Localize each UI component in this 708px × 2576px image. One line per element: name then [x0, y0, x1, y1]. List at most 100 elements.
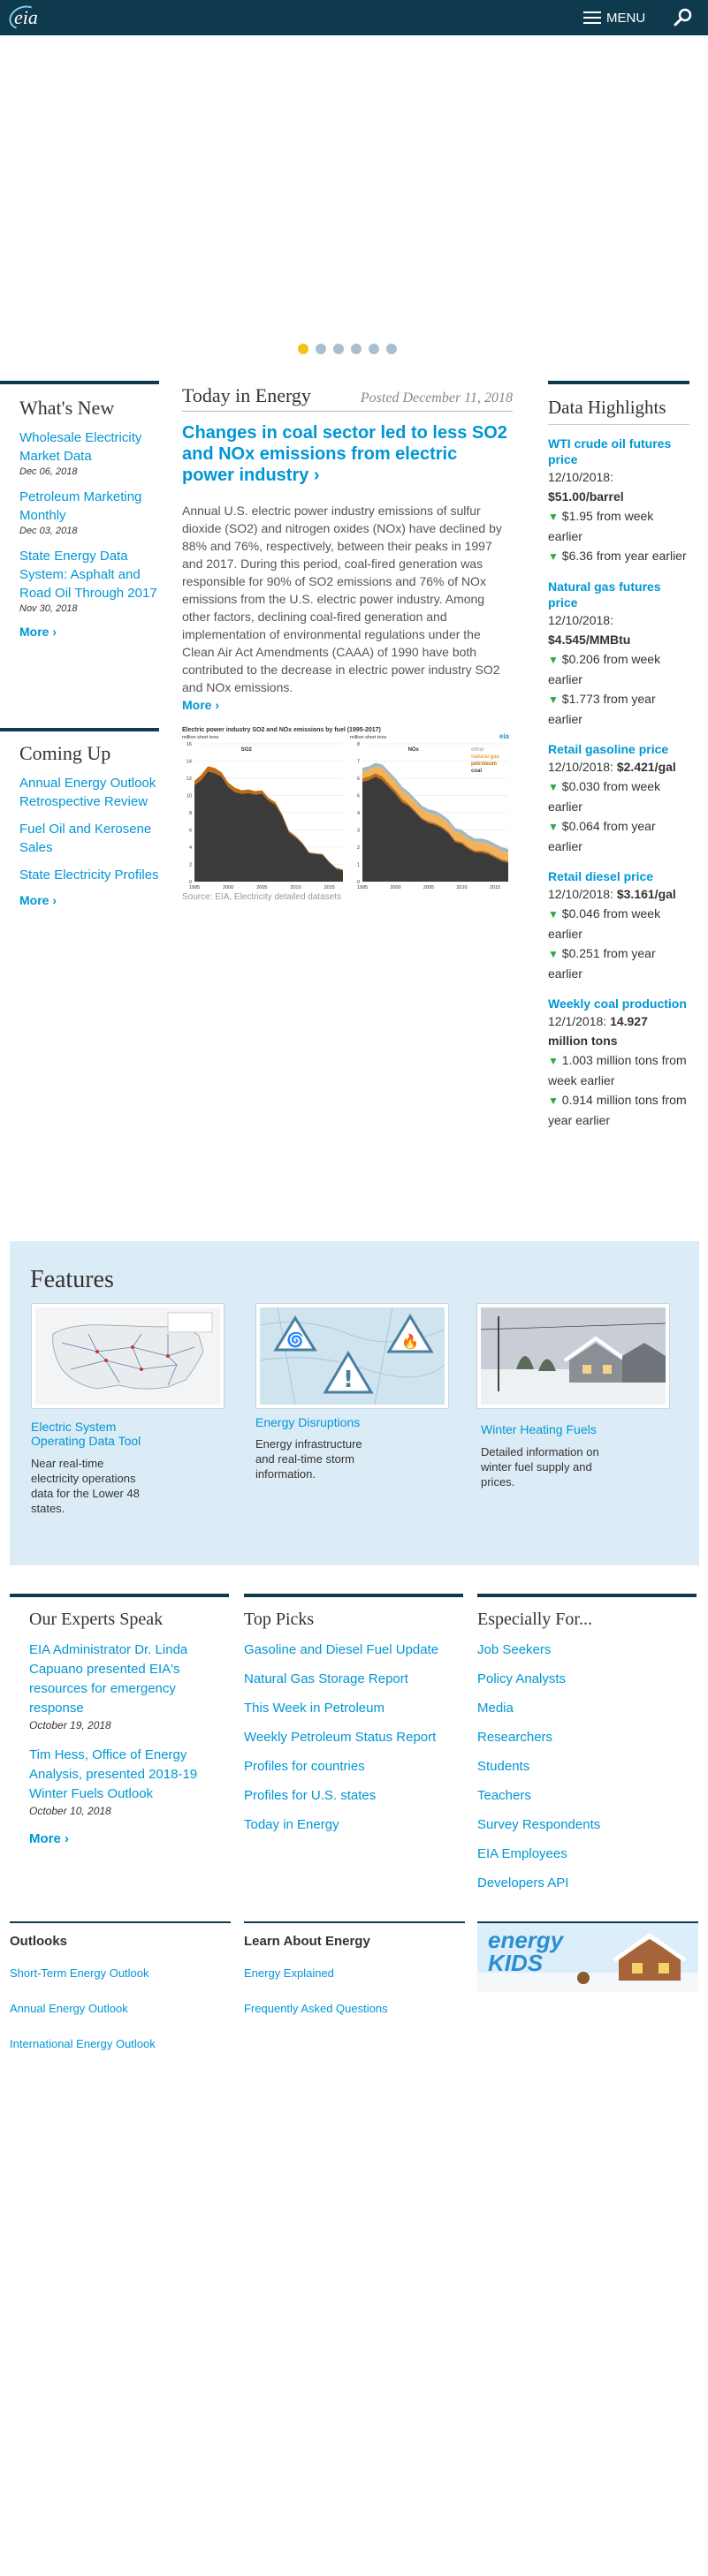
data-highlight-date: 12/10/2018:: [548, 613, 613, 627]
chart-xtick-label: 2000: [223, 885, 233, 890]
learn-link[interactable]: Frequently Asked Questions: [244, 2002, 465, 2015]
article-more-link[interactable]: More ›: [182, 698, 513, 712]
section-title: Learn About Energy: [244, 1934, 370, 1949]
data-highlight-date: 12/10/2018:: [548, 760, 613, 774]
electric-system-map-image[interactable]: [31, 1303, 225, 1409]
feature-link-winter-heating[interactable]: Winter Heating Fuels: [481, 1422, 597, 1436]
chart-ytick-label: 2: [357, 845, 360, 851]
data-highlight-title-link[interactable]: WTI crude oil futures price: [548, 436, 689, 467]
search-icon[interactable]: [674, 8, 693, 27]
data-highlight-title-link[interactable]: Retail gasoline price: [548, 741, 689, 757]
whats-new-date: Dec 06, 2018: [19, 466, 78, 477]
chart-xtick-label: 2005: [256, 885, 267, 890]
whats-new-more-link[interactable]: More ›: [19, 625, 57, 639]
especially-for-link[interactable]: Job Seekers: [477, 1640, 697, 1660]
data-highlight-title-link[interactable]: Retail diesel price: [548, 868, 689, 884]
eia-logo[interactable]: eia: [5, 1, 44, 34]
emissions-chart[interactable]: Electric power industry SO2 and NOx emis…: [182, 724, 513, 890]
energy-kids-banner[interactable]: energy KIDS: [477, 1921, 698, 1992]
menu-label: MENU: [606, 10, 646, 26]
top-picks-section: Top Picks Gasoline and Diesel Fuel Updat…: [244, 1594, 463, 1845]
expert-link[interactable]: Tim Hess, Office of Energy Analysis, pre…: [29, 1746, 215, 1804]
week-change: $0.206 from week earlier: [548, 652, 661, 686]
chart-ytick-label: 3: [357, 829, 360, 834]
change-arrow-icon: ▼: [548, 1095, 559, 1107]
top-pick-link[interactable]: Weekly Petroleum Status Report: [244, 1728, 463, 1747]
chart-ytick-label: 1: [357, 863, 360, 868]
article-headline-link[interactable]: Changes in coal sector led to less SO2 a…: [182, 422, 509, 486]
whats-new-link[interactable]: Wholesale Electricity Market Data: [19, 428, 159, 466]
carousel-dot-1[interactable]: [298, 344, 308, 354]
especially-for-link[interactable]: Developers API: [477, 1874, 697, 1893]
carousel-dot-5[interactable]: [369, 344, 379, 354]
coming-up-link[interactable]: Fuel Oil and Kerosene Sales: [19, 820, 159, 857]
posted-date: Posted December 11, 2018: [360, 390, 513, 405]
chart-legend-entry: other: [471, 747, 485, 753]
chart-source: Source: EIA, Electricity detailed datase…: [182, 892, 342, 902]
svg-text:!: !: [343, 1367, 354, 1393]
change-arrow-icon: ▼: [548, 1055, 559, 1067]
chart-area-coal: [362, 777, 508, 882]
top-pick-link[interactable]: Today in Energy: [244, 1815, 463, 1835]
feature-link-electric-system[interactable]: Electric System Operating Data Tool: [31, 1420, 155, 1448]
especially-for-link[interactable]: Students: [477, 1757, 697, 1777]
carousel-dot-6[interactable]: [386, 344, 397, 354]
top-pick-link[interactable]: Profiles for U.S. states: [244, 1786, 463, 1806]
feature-link-energy-disruptions[interactable]: Energy Disruptions: [255, 1415, 360, 1429]
chart-ytick-label: 14: [187, 760, 192, 765]
data-highlight-price: $3.161/gal: [616, 887, 676, 901]
menu-button[interactable]: MENU: [583, 7, 645, 28]
data-highlight-value: 12/10/2018: $51.00/barrel: [548, 467, 689, 506]
whats-new-link[interactable]: State Energy Data System: Asphalt and Ro…: [19, 547, 159, 602]
whats-new-link[interactable]: Petroleum Marketing Monthly: [19, 488, 159, 525]
data-highlight-title-link[interactable]: Natural gas futures price: [548, 579, 689, 610]
carousel-dot-4[interactable]: [351, 344, 362, 354]
especially-for-link[interactable]: Policy Analysts: [477, 1670, 697, 1689]
coming-up-link[interactable]: State Electricity Profiles: [19, 866, 159, 884]
week-change: $0.030 from week earlier: [548, 779, 661, 814]
data-highlight-title-link[interactable]: Weekly coal production: [548, 996, 689, 1011]
section-rule: [477, 1594, 697, 1597]
outlook-link[interactable]: International Energy Outlook: [10, 2037, 231, 2050]
coming-up-section: Coming Up Annual Energy Outlook Retrospe…: [0, 728, 159, 907]
data-highlight-change: ▼ $0.046 from week earlier: [548, 904, 689, 943]
chart-ytick-label: 8: [189, 811, 192, 816]
chart-ytick-label: 6: [189, 829, 192, 834]
data-highlight-change: ▼ $0.206 from week earlier: [548, 649, 689, 689]
top-pick-link[interactable]: Profiles for countries: [244, 1757, 463, 1777]
data-highlight-value: 12/10/2018: $3.161/gal: [548, 884, 689, 904]
expert-link[interactable]: EIA Administrator Dr. Linda Capuano pres…: [29, 1640, 206, 1718]
chart-panel-label: SO2: [241, 747, 253, 753]
outlook-link[interactable]: Annual Energy Outlook: [10, 2002, 231, 2015]
section-rule: [244, 1921, 465, 1923]
winter-heating-image[interactable]: [476, 1303, 670, 1409]
change-arrow-icon: ▼: [548, 948, 559, 960]
top-pick-link[interactable]: This Week in Petroleum: [244, 1699, 463, 1718]
carousel-dot-2[interactable]: [316, 344, 326, 354]
top-pick-link[interactable]: Gasoline and Diesel Fuel Update: [244, 1640, 463, 1660]
especially-for-link[interactable]: EIA Employees: [477, 1845, 697, 1864]
energy-disruptions-image[interactable]: 🌀! 🔥: [255, 1303, 449, 1409]
week-change: $0.046 from week earlier: [548, 906, 661, 941]
data-highlight-value: 12/10/2018: $2.421/gal: [548, 757, 689, 777]
today-in-energy-section: Today in Energy Posted December 11, 2018…: [182, 381, 513, 902]
chart-panel-label: NOx: [408, 747, 420, 753]
expert-date: October 10, 2018: [29, 1805, 111, 1817]
top-navigation-bar: eia MENU: [0, 0, 708, 35]
data-highlight-change: ▼ 0.914 million tons from year earlier: [548, 1090, 689, 1130]
outlook-link[interactable]: Short-Term Energy Outlook: [10, 1966, 231, 1980]
coming-up-more-link[interactable]: More ›: [19, 893, 57, 907]
especially-for-link[interactable]: Media: [477, 1699, 697, 1718]
learn-link[interactable]: Energy Explained: [244, 1966, 465, 1980]
especially-for-link[interactable]: Teachers: [477, 1786, 697, 1806]
section-title: Outlooks: [10, 1934, 68, 1949]
hero-carousel[interactable]: [0, 35, 708, 336]
change-arrow-icon: ▼: [548, 908, 559, 921]
chart-xtick-label: 2010: [456, 885, 467, 890]
experts-more-link[interactable]: More ›: [29, 1830, 229, 1849]
especially-for-link[interactable]: Survey Respondents: [477, 1815, 697, 1835]
carousel-dot-3[interactable]: [333, 344, 344, 354]
top-pick-link[interactable]: Natural Gas Storage Report: [244, 1670, 463, 1689]
especially-for-link[interactable]: Researchers: [477, 1728, 697, 1747]
coming-up-link[interactable]: Annual Energy Outlook Retrospective Revi…: [19, 774, 159, 811]
